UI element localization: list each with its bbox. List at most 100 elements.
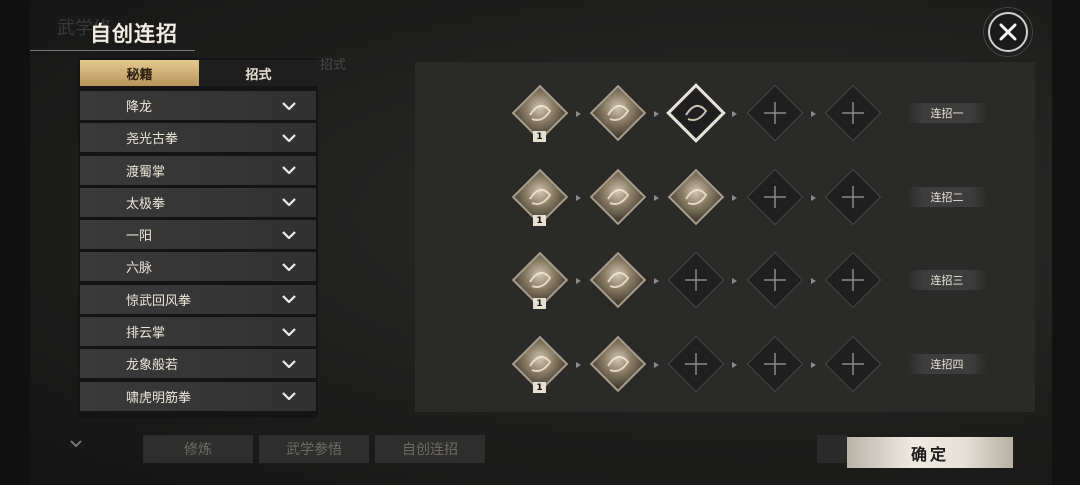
skill-list-item[interactable]: 啸虎明筋拳 (80, 381, 316, 411)
arrow-right-icon (654, 195, 659, 201)
tab-moves[interactable]: 招式 (199, 60, 318, 86)
arrow-right-icon (732, 111, 737, 117)
arrow-right-icon (811, 111, 816, 117)
skill-list-item[interactable]: 降龙 (80, 91, 316, 120)
arrow-right-icon (654, 111, 659, 117)
skill-list-item-label: 排云掌 (126, 326, 166, 342)
skill-list-item-label: 太极拳 (126, 196, 166, 212)
chevron-down-icon[interactable] (282, 263, 296, 271)
confirm-shadow (817, 435, 847, 463)
chevron-down-icon[interactable] (282, 101, 296, 110)
skill-list-item-label: 六脉 (126, 261, 153, 277)
slot-level-badge: 1 (533, 382, 546, 393)
skill-art-icon (685, 104, 708, 121)
skill-art-icon (607, 355, 630, 372)
skill-combo-slot[interactable] (589, 168, 647, 226)
empty-combo-slot[interactable] (824, 335, 882, 393)
chevron-down-icon[interactable] (282, 327, 296, 336)
close-icon (999, 23, 1017, 41)
skill-list-item-label: 渡蜀掌 (126, 164, 166, 180)
close-button[interactable] (988, 12, 1028, 52)
skill-combo-slot[interactable] (589, 335, 647, 393)
arrow-right-icon (732, 195, 737, 201)
chevron-down-icon[interactable] (282, 230, 296, 239)
empty-combo-slot[interactable] (824, 84, 882, 142)
skill-list-item[interactable]: 惊武回风拳 (80, 284, 316, 314)
empty-combo-slot[interactable] (746, 168, 804, 226)
skill-combo-slot[interactable]: 1 (511, 168, 569, 226)
add-icon (842, 186, 864, 208)
skill-list-item-label: 啸虎明筋拳 (126, 390, 192, 406)
skill-list-item[interactable]: 龙象般若 (80, 349, 316, 379)
skill-list-item[interactable]: 一阳 (80, 220, 316, 250)
combo-label: 连招三 (907, 270, 987, 290)
skill-combo-slot[interactable]: 1 (511, 251, 569, 309)
combo-label: 连招一 (907, 103, 987, 123)
tab-secret-manual[interactable]: 秘籍 (80, 60, 199, 86)
add-icon (842, 353, 864, 375)
custom-combo-button[interactable]: 自创连招 (375, 435, 485, 463)
chevron-down-icon[interactable] (282, 134, 296, 142)
add-icon (842, 269, 864, 291)
arrow-right-icon (654, 362, 659, 368)
skill-art-icon (685, 188, 708, 205)
add-icon (842, 102, 864, 124)
skill-list-item-label: 降龙 (126, 100, 153, 115)
empty-combo-slot[interactable] (746, 335, 804, 393)
skill-combo-slot[interactable] (589, 251, 647, 309)
skill-combo-slot[interactable] (667, 168, 725, 226)
arrow-right-icon (576, 195, 581, 201)
background-tab: 招式 (320, 58, 347, 73)
skill-combo-slot[interactable] (667, 84, 725, 142)
combo-label: 连招二 (907, 187, 987, 207)
arrow-right-icon (576, 362, 581, 368)
chevron-down-icon[interactable] (282, 166, 296, 175)
arrow-right-icon (576, 111, 581, 117)
left-edge (0, 0, 30, 485)
chevron-down-icon[interactable] (282, 360, 296, 368)
add-icon (764, 102, 786, 124)
arrow-right-icon (732, 278, 737, 284)
arrow-right-icon (654, 278, 659, 284)
empty-combo-slot[interactable] (746, 251, 804, 309)
slot-level-badge: 1 (533, 131, 546, 142)
skill-list: 降龙尧光古拳渡蜀掌太极拳一阳六脉惊武回风拳排云掌龙象般若啸虎明筋拳 (80, 91, 316, 414)
scroll-down-icon[interactable] (70, 440, 82, 448)
right-edge (1052, 0, 1080, 485)
chevron-down-icon[interactable] (282, 198, 296, 207)
skill-list-item-label: 龙象般若 (126, 358, 179, 374)
empty-combo-slot[interactable] (824, 168, 882, 226)
add-icon (764, 353, 786, 375)
chevron-down-icon[interactable] (282, 392, 296, 401)
martial-insight-button[interactable]: 武学参悟 (259, 435, 369, 463)
page-title: 自创连招 (90, 22, 178, 46)
skill-combo-slot[interactable]: 1 (511, 335, 569, 393)
add-icon (685, 353, 707, 375)
tab-bar: 秘籍 招式 (80, 60, 318, 86)
skill-combo-slot[interactable]: 1 (511, 84, 569, 142)
skill-list-item[interactable]: 渡蜀掌 (80, 155, 316, 185)
skill-list-item[interactable]: 尧光古拳 (80, 123, 316, 153)
skill-list-item[interactable]: 六脉 (80, 252, 316, 282)
confirm-button[interactable]: 确定 (847, 437, 1013, 468)
arrow-right-icon (732, 362, 737, 368)
title-divider (30, 50, 195, 51)
skill-list-item-label: 一阳 (126, 229, 153, 245)
practice-button[interactable]: 修炼 (143, 435, 253, 463)
empty-combo-slot[interactable] (824, 251, 882, 309)
skill-list-item[interactable]: 排云掌 (80, 317, 316, 347)
add-icon (764, 269, 786, 291)
empty-combo-slot[interactable] (746, 84, 804, 142)
arrow-right-icon (811, 362, 816, 368)
skill-list-item[interactable]: 太极拳 (80, 187, 316, 217)
skill-art-icon (607, 271, 630, 288)
chevron-down-icon[interactable] (282, 295, 296, 304)
empty-combo-slot[interactable] (667, 335, 725, 393)
skill-combo-slot[interactable] (589, 84, 647, 142)
empty-combo-slot[interactable] (667, 251, 725, 309)
add-icon (764, 186, 786, 208)
slot-level-badge: 1 (533, 215, 546, 226)
arrow-right-icon (576, 278, 581, 284)
add-icon (685, 269, 707, 291)
slot-level-badge: 1 (533, 298, 546, 309)
